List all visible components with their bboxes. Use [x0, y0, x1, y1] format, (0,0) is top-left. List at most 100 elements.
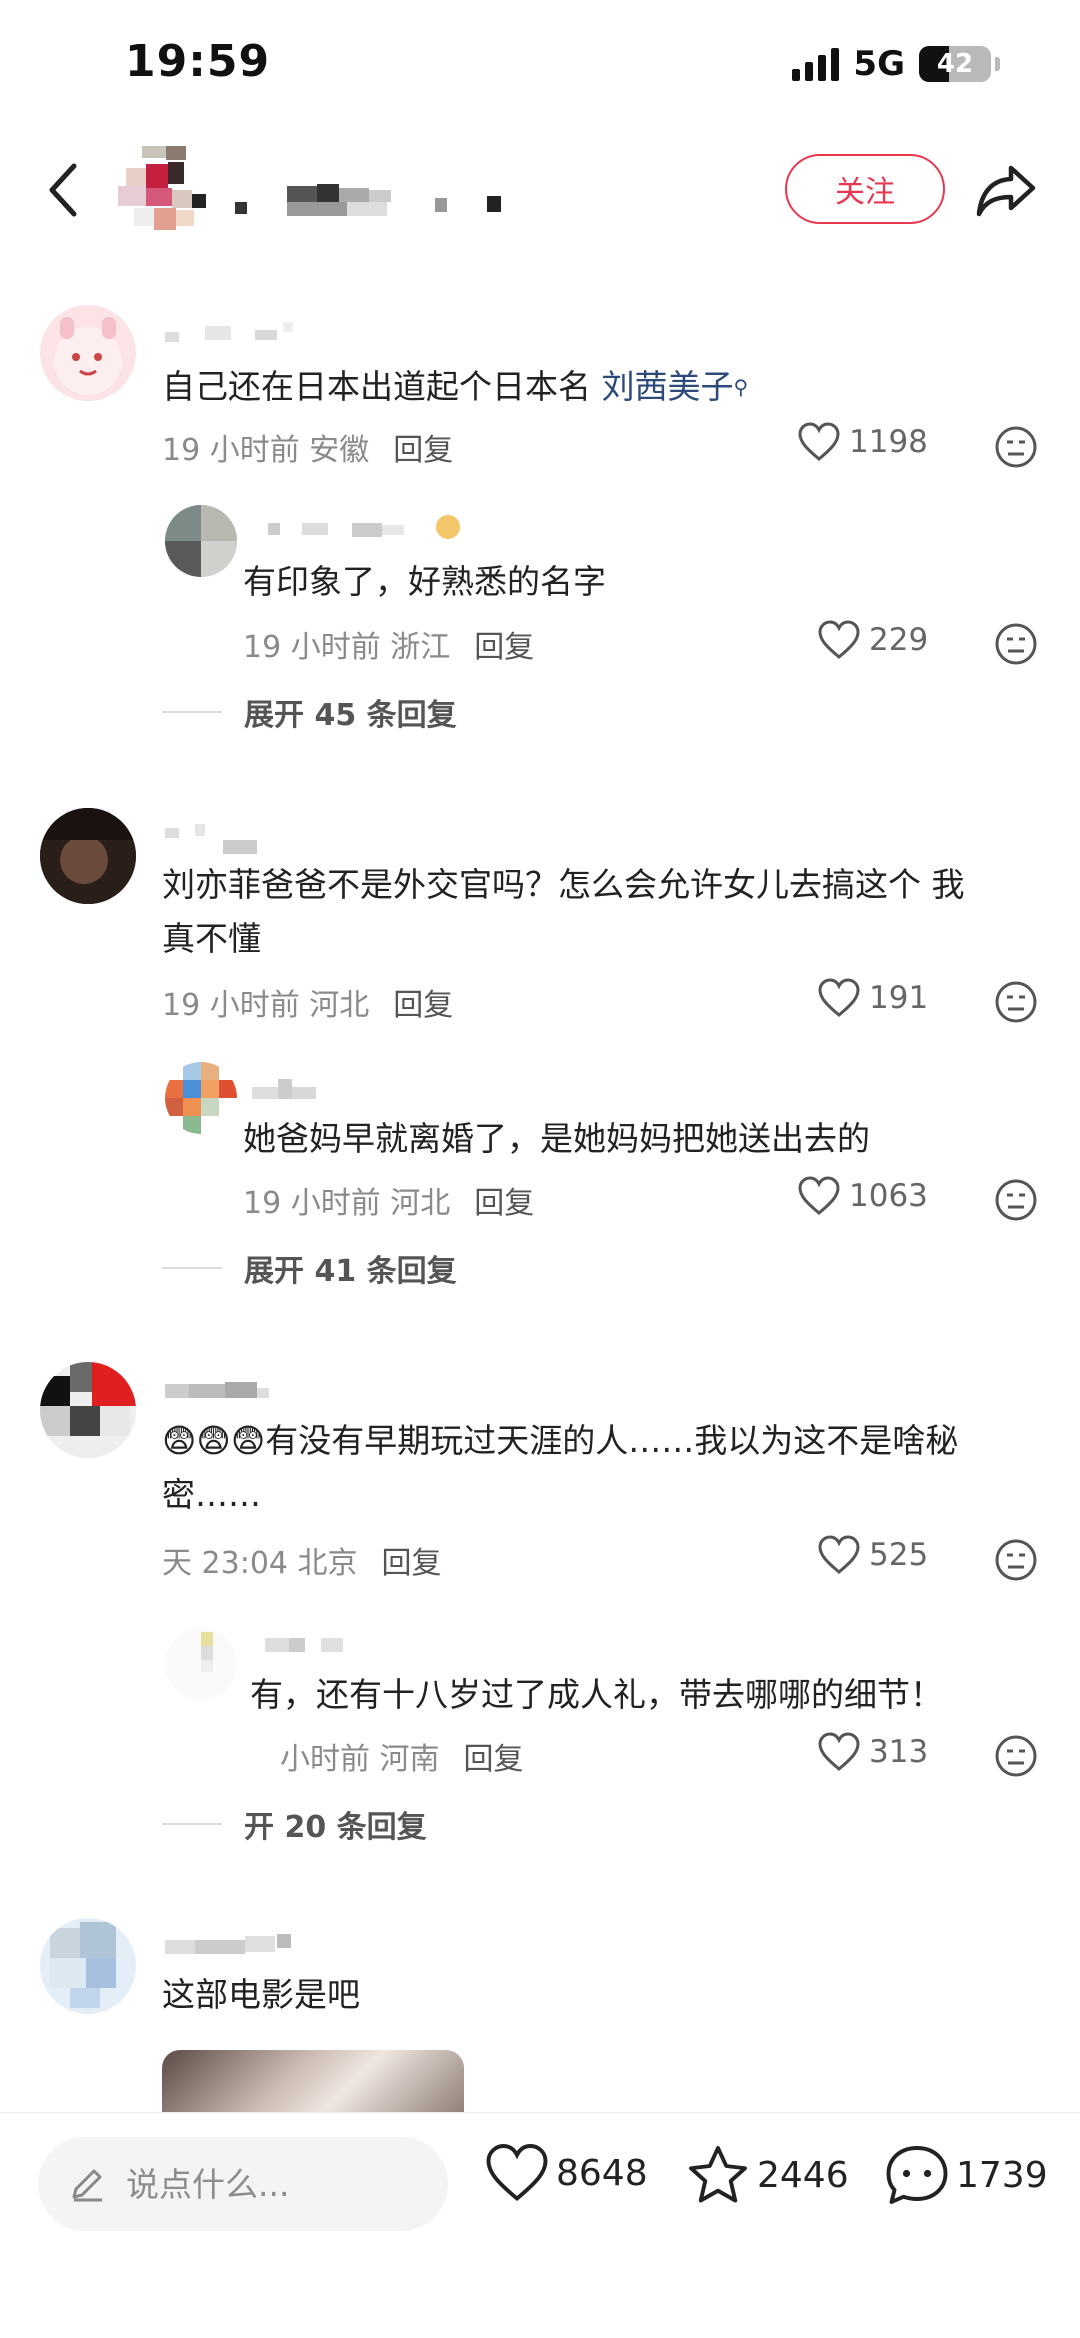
chat-bubble-icon — [886, 2146, 948, 2204]
comment-meta: 19 小时前 安徽 回复 — [162, 425, 453, 469]
dislike-button[interactable] — [994, 425, 1038, 469]
commenter-name[interactable] — [165, 1378, 275, 1406]
dislike-button[interactable] — [994, 1734, 1038, 1778]
like-button[interactable]: 1063 — [797, 1176, 928, 1216]
comment-meta: 19 小时前 河北 回复 — [162, 980, 453, 1024]
heart-icon — [798, 1176, 840, 1215]
commenter-avatar[interactable] — [40, 1362, 136, 1458]
network-label: 5G — [853, 44, 905, 84]
reply-button[interactable]: 回复 — [393, 980, 453, 1024]
comment-time: 19 小时前 安徽 — [162, 433, 370, 468]
battery-tip — [995, 57, 1000, 71]
like-button[interactable]: 525 — [817, 1535, 928, 1575]
like-count: 229 — [869, 622, 929, 658]
author-name[interactable] — [235, 180, 515, 220]
header: 关注 — [0, 130, 1080, 250]
comment-input[interactable] — [126, 2164, 426, 2204]
reply-button[interactable]: 回复 — [464, 1734, 524, 1778]
search-icon: ⚲ — [733, 375, 749, 399]
heart-icon — [818, 1732, 860, 1771]
like-count: 1198 — [849, 424, 928, 460]
expand-replies-button[interactable]: 展开 41 条回复 — [162, 1246, 457, 1290]
divider-line — [162, 711, 222, 713]
comment-text: 刘亦菲爸爸不是外交官吗？怎么会允许女儿去搞这个 我真不懂 — [162, 865, 965, 958]
replier-avatar[interactable] — [165, 1628, 237, 1700]
replier-avatar[interactable] — [165, 1062, 237, 1134]
battery-icon: 42 — [919, 46, 991, 82]
commenter-name[interactable] — [165, 318, 305, 346]
neutral-face-icon — [995, 426, 1037, 468]
reply-button[interactable]: 回复 — [474, 622, 534, 666]
star-icon — [689, 2146, 747, 2203]
replier-name[interactable] — [262, 515, 472, 543]
reply-text: 她爸妈早就离婚了，是她妈妈把她送出去的 — [243, 1119, 870, 1158]
like-button[interactable]: 191 — [817, 978, 928, 1018]
neutral-face-icon — [995, 623, 1037, 665]
reply-time: 小时前 河南 — [280, 1742, 440, 1777]
replier-avatar[interactable] — [165, 505, 237, 577]
dislike-button[interactable] — [994, 1538, 1038, 1582]
heart-icon — [818, 1535, 860, 1574]
expand-label: 展开 45 条回复 — [244, 698, 457, 733]
reply-button[interactable]: 回复 — [382, 1538, 442, 1582]
comment-image[interactable] — [162, 2050, 464, 2120]
emoji-icon: 😨 — [230, 1421, 266, 1460]
like-count: 313 — [869, 1734, 929, 1770]
comment-time: 天 23:04 北京 — [162, 1546, 358, 1581]
favorite-count: 2446 — [757, 2154, 849, 2196]
pencil-icon — [72, 2169, 102, 2202]
author-avatar[interactable] — [118, 146, 214, 242]
reply-meta: 19 小时前 浙江 回复 — [243, 622, 534, 666]
like-button[interactable]: 313 — [817, 1732, 928, 1772]
share-icon — [976, 165, 1036, 217]
commenter-avatar[interactable] — [40, 808, 136, 904]
comment-text: 自己还在日本出道起个日本名 刘茜美子⚲ — [162, 367, 749, 406]
follow-button[interactable]: 关注 — [785, 154, 945, 224]
reply-button[interactable]: 回复 — [393, 425, 453, 469]
heart-icon — [486, 2144, 548, 2202]
like-count: 191 — [869, 980, 929, 1016]
chevron-left-icon — [49, 163, 77, 217]
like-post-button[interactable]: 8648 — [484, 2143, 648, 2203]
favorite-button[interactable]: 2446 — [685, 2143, 849, 2207]
status-time: 19:59 — [125, 36, 271, 87]
reply-meta: 小时前 河南 回复 — [280, 1734, 524, 1778]
neutral-face-icon — [995, 1735, 1037, 1777]
comment-time: 19 小时前 河北 — [162, 988, 370, 1023]
expand-replies-button[interactable]: 开 20 条回复 — [162, 1802, 427, 1846]
status-indicators: 5G 42 — [792, 44, 1000, 84]
commenter-name[interactable] — [165, 818, 265, 854]
comment-meta: 天 23:04 北京 回复 — [162, 1538, 442, 1582]
like-count: 525 — [869, 1537, 929, 1573]
heart-icon — [818, 978, 860, 1017]
expand-label: 开 20 条回复 — [244, 1810, 427, 1845]
divider-line — [162, 1267, 222, 1269]
like-button[interactable]: 1198 — [797, 422, 928, 462]
replier-name[interactable] — [252, 1075, 322, 1103]
expand-replies-button[interactable]: 展开 45 条回复 — [162, 690, 457, 734]
dislike-button[interactable] — [994, 980, 1038, 1024]
reply-time: 19 小时前 河北 — [243, 1186, 451, 1221]
like-button[interactable]: 229 — [817, 620, 928, 660]
back-button[interactable] — [40, 160, 90, 220]
neutral-face-icon — [995, 981, 1037, 1023]
reply-text: 有印象了，好熟悉的名字 — [243, 562, 606, 601]
emoji-icon: 😨 — [196, 1421, 231, 1460]
reply-meta: 19 小时前 河北 回复 — [243, 1178, 534, 1222]
comment-button[interactable]: 1739 — [884, 2143, 1048, 2207]
like-count: 1063 — [849, 1178, 928, 1214]
reply-button[interactable]: 回复 — [474, 1178, 534, 1222]
heart-icon — [798, 422, 840, 461]
replier-name[interactable] — [265, 1636, 355, 1664]
dislike-button[interactable] — [994, 1178, 1038, 1222]
commenter-avatar[interactable] — [40, 305, 136, 401]
dislike-button[interactable] — [994, 622, 1038, 666]
like-count: 8648 — [556, 2152, 648, 2194]
commenter-avatar[interactable] — [40, 1918, 136, 2014]
expand-label: 展开 41 条回复 — [244, 1254, 457, 1289]
emoji-icon: 😨 — [162, 1421, 197, 1460]
search-link[interactable]: 刘茜美子 — [602, 367, 734, 406]
share-button[interactable] — [975, 160, 1039, 220]
comment-input-box[interactable] — [38, 2137, 448, 2231]
commenter-name[interactable] — [165, 1930, 305, 1958]
